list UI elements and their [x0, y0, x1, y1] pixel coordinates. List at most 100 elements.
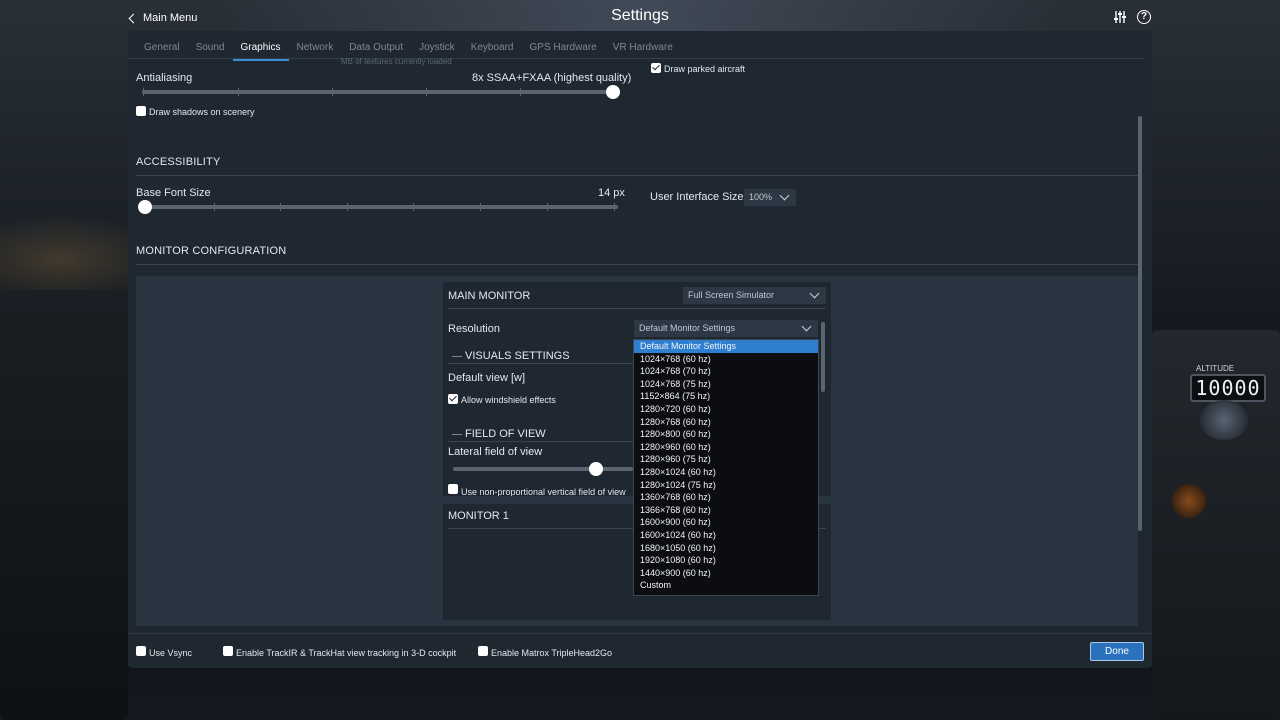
tab-sound[interactable]: Sound — [188, 39, 233, 58]
window-scrollbar[interactable] — [1138, 116, 1142, 531]
resolution-value: Default Monitor Settings — [639, 323, 736, 333]
lateral-fov-label: Lateral field of view — [448, 446, 543, 458]
draw-parked-checkbox[interactable] — [651, 63, 661, 73]
resolution-option[interactable]: 1680×1050 (60 hz) — [634, 542, 818, 555]
tab-gps-hardware[interactable]: GPS Hardware — [522, 39, 605, 58]
resolution-option[interactable]: 1280×960 (60 hz) — [634, 441, 818, 454]
slider-tick — [520, 88, 521, 96]
draw-shadows-label: Draw shadows on scenery — [149, 107, 255, 117]
slider-tick — [332, 88, 333, 96]
resolution-option[interactable]: 1280×800 (60 hz) — [634, 428, 818, 441]
antialiasing-slider-track[interactable] — [142, 90, 620, 94]
tab-network[interactable]: Network — [289, 39, 342, 58]
tab-bar: General Sound Graphics Network Data Output Jo… — [136, 39, 681, 61]
subsection-dash — [452, 434, 462, 435]
resolution-option[interactable]: 1280×1024 (60 hz) — [634, 466, 818, 479]
accessibility-heading: ACCESSIBILITY — [136, 156, 221, 168]
slider-tick — [480, 203, 481, 211]
slider-tick — [238, 88, 239, 96]
monitor1-title: MONITOR 1 — [448, 510, 509, 522]
tab-joystick[interactable]: Joystick — [411, 39, 463, 58]
resolution-option[interactable]: 1920×1080 (60 hz) — [634, 554, 818, 567]
altitude-readout: 10000 — [1190, 374, 1266, 402]
resolution-option[interactable]: 1024×768 (70 hz) — [634, 365, 818, 378]
chevron-down-icon — [779, 190, 790, 201]
chevron-down-icon — [809, 288, 820, 299]
trackir-checkbox[interactable] — [223, 646, 233, 656]
resolution-option[interactable]: 1600×900 (60 hz) — [634, 516, 818, 529]
panel-divider — [448, 308, 826, 309]
tab-vr-hardware[interactable]: VR Hardware — [605, 39, 681, 58]
cockpit-background-left — [0, 290, 128, 720]
section-divider — [136, 264, 1138, 265]
slider-tick — [426, 88, 427, 96]
visuals-settings-heading: VISUALS SETTINGS — [465, 350, 570, 362]
vsync-label: Use Vsync — [149, 648, 193, 658]
tab-data-output[interactable]: Data Output — [341, 39, 411, 58]
section-divider — [136, 175, 1138, 176]
help-icon[interactable]: ? — [1137, 10, 1151, 24]
allow-windshield-label: Allow windshield effects — [461, 395, 556, 405]
resolution-option[interactable]: 1280×720 (60 hz) — [634, 403, 818, 416]
altitude-label: ALTITUDE — [1196, 364, 1235, 373]
resolution-option[interactable]: 1440×900 (60 hz) — [634, 567, 818, 580]
vsync-checkbox[interactable] — [136, 646, 146, 656]
antialiasing-slider-thumb[interactable] — [606, 85, 620, 99]
resolution-label: Resolution — [448, 323, 500, 335]
base-font-value: 14 px — [598, 187, 625, 199]
sliders-icon[interactable] — [1113, 10, 1127, 24]
antialiasing-label: Antialiasing — [136, 72, 193, 84]
resolution-dropdown-list: Default Monitor Settings 1024×768 (60 hz)… — [633, 339, 819, 596]
done-button[interactable]: Done — [1090, 642, 1144, 661]
resolution-option[interactable]: Default Monitor Settings — [634, 340, 818, 353]
draw-parked-label: Draw parked aircraft — [664, 64, 746, 74]
slider-tick — [143, 88, 144, 96]
trackir-label: Enable TrackIR & TrackHat view tracking … — [236, 648, 457, 658]
resolution-option[interactable]: 1152×864 (75 hz) — [634, 390, 818, 403]
ui-size-value: 100% — [749, 192, 773, 202]
resolution-select[interactable]: Default Monitor Settings — [634, 320, 818, 337]
tab-divider — [128, 58, 1144, 59]
orange-knob — [1172, 484, 1206, 518]
non-proportional-checkbox[interactable] — [448, 484, 458, 494]
matrox-checkbox[interactable] — [478, 646, 488, 656]
field-of-view-heading: FIELD OF VIEW — [465, 428, 546, 440]
slider-tick — [214, 203, 215, 211]
resolution-option[interactable]: 1024×768 (60 hz) — [634, 353, 818, 366]
ui-size-label: User Interface Size — [650, 191, 744, 203]
altitude-knob — [1200, 400, 1248, 440]
resolution-option[interactable]: 1366×768 (60 hz) — [634, 504, 818, 517]
resolution-option[interactable]: 1280×768 (60 hz) — [634, 416, 818, 429]
tab-general[interactable]: General — [136, 39, 188, 58]
lateral-fov-slider-track[interactable] — [453, 467, 633, 471]
matrox-label: Enable Matrox TripleHead2Go — [491, 648, 613, 658]
resolution-option[interactable]: 1600×1024 (60 hz) — [634, 529, 818, 542]
draw-shadows-checkbox[interactable] — [136, 106, 146, 116]
slider-tick — [547, 203, 548, 211]
resolution-option[interactable]: 1280×1024 (75 hz) — [634, 479, 818, 492]
header-icons: ? — [1113, 10, 1151, 24]
subsection-dash — [452, 356, 462, 357]
antialiasing-value: 8x SSAA+FXAA (highest quality) — [472, 72, 632, 84]
resolution-option[interactable]: 1024×768 (75 hz) — [634, 378, 818, 391]
monitor-config-heading: MONITOR CONFIGURATION — [136, 245, 287, 257]
panel-scrollbar[interactable] — [821, 322, 825, 392]
tab-graphics[interactable]: Graphics — [232, 39, 289, 61]
ui-size-select[interactable]: 100% — [744, 189, 796, 206]
slider-tick — [413, 203, 414, 211]
resolution-option[interactable]: Custom — [634, 579, 818, 592]
base-font-label: Base Font Size — [136, 187, 211, 199]
page-title: Settings — [611, 7, 669, 24]
resolution-option[interactable]: 1360×768 (60 hz) — [634, 491, 818, 504]
resolution-option[interactable]: 1280×960 (75 hz) — [634, 453, 818, 466]
base-font-slider-thumb[interactable] — [138, 200, 152, 214]
tab-keyboard[interactable]: Keyboard — [463, 39, 522, 58]
monitor-mode-value: Full Screen Simulator — [688, 290, 775, 300]
slider-tick — [614, 203, 615, 211]
main-monitor-title: MAIN MONITOR — [448, 290, 531, 302]
slider-tick — [347, 203, 348, 211]
non-proportional-label: Use non-proportional vertical field of v… — [461, 487, 626, 496]
lateral-fov-slider-thumb[interactable] — [589, 462, 603, 476]
allow-windshield-checkbox[interactable] — [448, 394, 458, 404]
monitor-mode-select[interactable]: Full Screen Simulator — [683, 287, 826, 304]
